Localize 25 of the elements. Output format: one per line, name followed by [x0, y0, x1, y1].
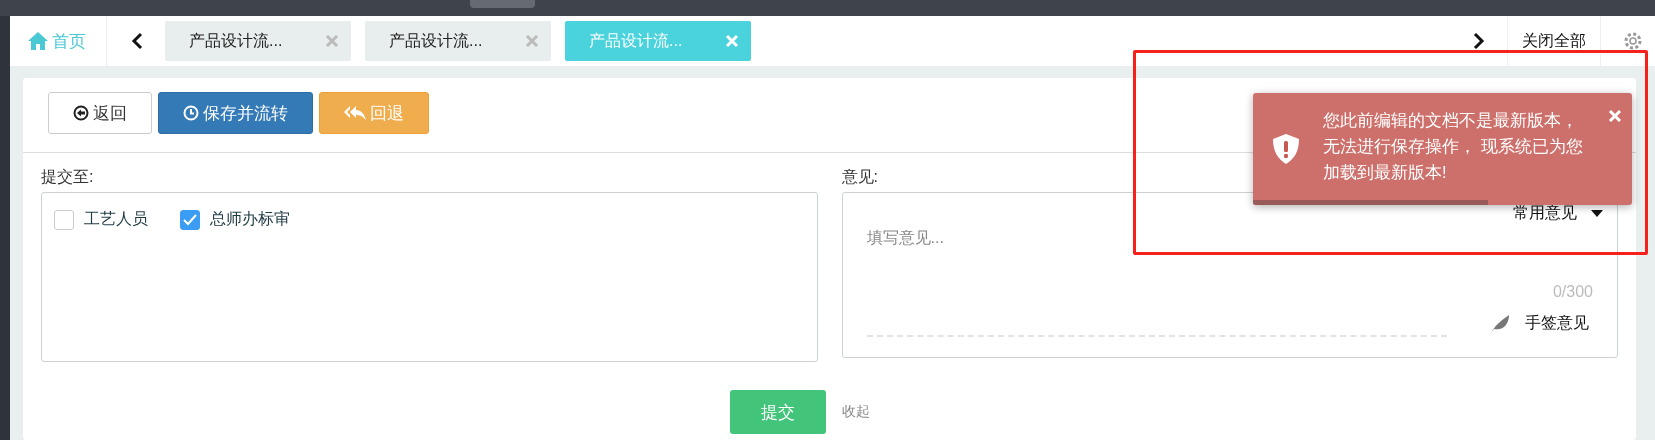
checkbox-label: 工艺人员 [84, 209, 148, 229]
close-all-link[interactable]: 关闭全部 [1507, 16, 1601, 66]
preset-dropdown[interactable]: 常用意见 [1513, 203, 1577, 224]
collapse-link[interactable]: 收起 [841, 403, 870, 421]
clock-icon [183, 105, 199, 121]
signature-link[interactable]: 手签意见 [1525, 313, 1589, 334]
opinion-label: 意见: [841, 167, 878, 187]
toolbar-button[interactable]: 返回 [48, 92, 152, 134]
tab[interactable]: 产品设计流... [165, 21, 351, 61]
arrow-circle-icon [73, 105, 89, 121]
checkbox[interactable] [54, 209, 74, 230]
home-icon [28, 32, 48, 50]
toolbar-button[interactable]: 保存并流转 [158, 92, 313, 134]
shield-warning-icon [1273, 134, 1299, 164]
char-counter: 0/300 [1552, 283, 1593, 301]
chevron-right-icon[interactable] [1473, 32, 1485, 50]
settings-icon[interactable] [1623, 31, 1643, 51]
chevron-left-icon[interactable] [131, 32, 143, 50]
reply-all-icon [344, 105, 366, 121]
toast-message: 您此前编辑的文档不是最新版本，无法进行保存操作， 现系统已为您加载到最新版本! [1323, 110, 1584, 183]
caret-icon[interactable] [1591, 209, 1603, 218]
checkbox-label: 总师办标审 [210, 209, 290, 229]
checkbox[interactable] [180, 209, 200, 230]
submit-to-label: 提交至: [41, 167, 94, 187]
tab[interactable]: 产品设计流... [365, 21, 551, 61]
